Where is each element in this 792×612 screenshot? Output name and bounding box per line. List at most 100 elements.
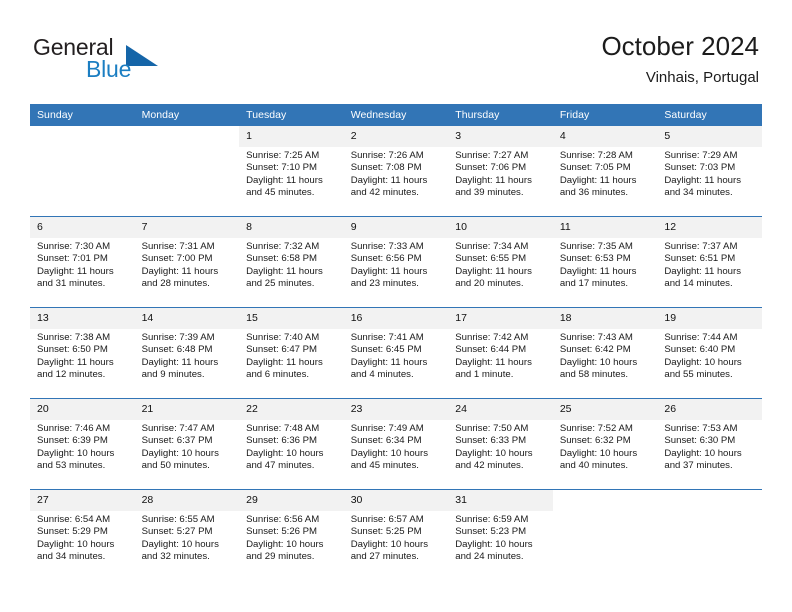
calendar-cell [657, 489, 762, 580]
sunrise-text: Sunrise: 7:30 AM [37, 241, 111, 252]
calendar-cell[interactable]: 10 Sunrise: 7:34 AM Sunset: 6:55 PM Dayligh… [448, 216, 553, 308]
calendar-day-cell: 29 Sunrise: 6:56 AM Sunset: 5:26 PM Dayligh… [239, 490, 344, 580]
day-number: 23 [343, 399, 449, 420]
day-sun-info: Sunrise: 7:34 AM Sunset: 6:55 PM Daylight:… [448, 238, 553, 291]
calendar-cell-empty [657, 490, 762, 580]
daylight-text-line2: and 42 minutes. [350, 187, 419, 199]
daylight-text-line2: and 37 minutes. [664, 460, 733, 472]
daylight-text-line1: Daylight: 11 hours [350, 265, 428, 277]
daylight-text-line1: Daylight: 10 hours [37, 447, 115, 459]
daylight-text-line1: Daylight: 11 hours [350, 356, 428, 368]
day-number: 16 [343, 308, 449, 329]
calendar-cell[interactable]: 19 Sunrise: 7:44 AM Sunset: 6:40 PM Dayligh… [657, 307, 762, 399]
calendar-cell[interactable]: 21 Sunrise: 7:47 AM Sunset: 6:37 PM Dayligh… [134, 398, 240, 490]
sunrise-text: Sunrise: 7:49 AM [350, 423, 424, 434]
calendar-cell[interactable]: 27 Sunrise: 6:54 AM Sunset: 5:29 PM Dayligh… [30, 489, 135, 580]
calendar-day-cell: 6 Sunrise: 7:30 AM Sunset: 7:01 PM Daylight… [30, 217, 135, 307]
calendar-cell[interactable]: 29 Sunrise: 6:56 AM Sunset: 5:26 PM Dayligh… [239, 489, 344, 580]
day-sun-info: Sunrise: 7:26 AM Sunset: 7:08 PM Daylight:… [344, 147, 449, 200]
daylight-text-line2: and 32 minutes. [141, 551, 210, 563]
calendar-cell[interactable]: 8 Sunrise: 7:32 AM Sunset: 6:58 PM Daylight… [239, 216, 344, 308]
weekday-header-friday: Friday [552, 104, 658, 126]
sunrise-text: Sunrise: 7:25 AM [246, 150, 320, 161]
day-number: 7 [134, 217, 240, 238]
daylight-text-line2: and 28 minutes. [141, 278, 210, 290]
daylight-text-line1: Daylight: 11 hours [141, 265, 219, 277]
calendar-cell[interactable]: 1 Sunrise: 7:25 AM Sunset: 7:10 PM Daylight… [239, 126, 344, 217]
calendar-cell[interactable]: 17 Sunrise: 7:42 AM Sunset: 6:44 PM Dayligh… [448, 307, 553, 399]
calendar-cell[interactable]: 11 Sunrise: 7:35 AM Sunset: 6:53 PM Dayligh… [552, 216, 658, 308]
calendar-cell[interactable]: 20 Sunrise: 7:46 AM Sunset: 6:39 PM Dayligh… [30, 398, 135, 490]
daylight-text-line1: Daylight: 11 hours [559, 174, 637, 186]
sunrise-text: Sunrise: 7:53 AM [664, 423, 738, 434]
day-number: 26 [657, 399, 762, 420]
calendar-header-row: Sunday Monday Tuesday Wednesday Thursday… [30, 104, 762, 126]
day-number [657, 490, 762, 511]
sunset-text: Sunset: 5:29 PM [37, 526, 108, 538]
calendar-cell[interactable]: 24 Sunrise: 7:50 AM Sunset: 6:33 PM Dayligh… [448, 398, 553, 490]
calendar-cell[interactable]: 22 Sunrise: 7:48 AM Sunset: 6:36 PM Dayligh… [239, 398, 344, 490]
daylight-text-line1: Daylight: 11 hours [246, 174, 323, 186]
calendar-cell[interactable]: 25 Sunrise: 7:52 AM Sunset: 6:32 PM Dayligh… [552, 398, 658, 490]
calendar-cell[interactable]: 12 Sunrise: 7:37 AM Sunset: 6:51 PM Dayligh… [657, 216, 762, 308]
calendar-cell[interactable]: 18 Sunrise: 7:43 AM Sunset: 6:42 PM Dayligh… [552, 307, 658, 399]
sunrise-text: Sunrise: 7:46 AM [37, 423, 111, 434]
daylight-text-line2: and 9 minutes. [141, 369, 205, 381]
calendar-cell[interactable]: 28 Sunrise: 6:55 AM Sunset: 5:27 PM Dayligh… [134, 489, 240, 580]
day-number [553, 490, 658, 511]
daylight-text-line2: and 1 minute. [455, 369, 514, 381]
calendar-cell[interactable]: 15 Sunrise: 7:40 AM Sunset: 6:47 PM Dayligh… [239, 307, 344, 399]
calendar-cell[interactable]: 14 Sunrise: 7:39 AM Sunset: 6:48 PM Dayligh… [134, 307, 240, 399]
calendar-day-cell: 13 Sunrise: 7:38 AM Sunset: 6:50 PM Dayligh… [30, 308, 135, 398]
sunrise-text: Sunrise: 7:39 AM [141, 332, 215, 343]
sunrise-text: Sunrise: 7:42 AM [455, 332, 529, 343]
calendar-cell[interactable]: 30 Sunrise: 6:57 AM Sunset: 5:25 PM Dayligh… [343, 489, 449, 580]
daylight-text-line1: Daylight: 10 hours [37, 538, 115, 550]
calendar-day-cell: 19 Sunrise: 7:44 AM Sunset: 6:40 PM Dayligh… [657, 308, 762, 398]
day-sun-info: Sunrise: 7:38 AM Sunset: 6:50 PM Daylight:… [30, 329, 135, 382]
day-sun-info: Sunrise: 7:39 AM Sunset: 6:48 PM Daylight:… [135, 329, 240, 382]
day-number: 27 [30, 490, 135, 511]
calendar-cell[interactable]: 4 Sunrise: 7:28 AM Sunset: 7:05 PM Daylight… [552, 126, 658, 217]
daylight-text-line2: and 47 minutes. [246, 460, 315, 472]
calendar-day-cell: 10 Sunrise: 7:34 AM Sunset: 6:55 PM Dayligh… [448, 217, 553, 307]
sunrise-text: Sunrise: 7:44 AM [664, 332, 738, 343]
daylight-text-line1: Daylight: 11 hours [37, 356, 114, 368]
calendar-cell[interactable]: 2 Sunrise: 7:26 AM Sunset: 7:08 PM Daylight… [343, 126, 449, 217]
calendar-cell[interactable]: 13 Sunrise: 7:38 AM Sunset: 6:50 PM Dayligh… [30, 307, 135, 399]
calendar-day-cell: 1 Sunrise: 7:25 AM Sunset: 7:10 PM Daylight… [239, 126, 344, 216]
daylight-text-line1: Daylight: 10 hours [664, 447, 742, 459]
daylight-text-line2: and 24 minutes. [455, 551, 524, 563]
day-sun-info: Sunrise: 7:31 AM Sunset: 7:00 PM Daylight:… [135, 238, 240, 291]
calendar-cell[interactable]: 23 Sunrise: 7:49 AM Sunset: 6:34 PM Dayligh… [343, 398, 449, 490]
sunrise-text: Sunrise: 6:55 AM [141, 514, 215, 525]
calendar-cell[interactable]: 31 Sunrise: 6:59 AM Sunset: 5:23 PM Dayligh… [448, 489, 553, 580]
day-number: 19 [657, 308, 762, 329]
sunrise-text: Sunrise: 7:29 AM [664, 150, 738, 161]
calendar-cell[interactable]: 26 Sunrise: 7:53 AM Sunset: 6:30 PM Dayligh… [657, 398, 762, 490]
calendar-cell[interactable]: 7 Sunrise: 7:31 AM Sunset: 7:00 PM Daylight… [134, 216, 240, 308]
calendar-day-cell: 24 Sunrise: 7:50 AM Sunset: 6:33 PM Dayligh… [448, 399, 553, 489]
calendar-cell[interactable]: 6 Sunrise: 7:30 AM Sunset: 7:01 PM Daylight… [30, 216, 135, 308]
calendar-cell[interactable]: 5 Sunrise: 7:29 AM Sunset: 7:03 PM Daylight… [657, 126, 762, 217]
daylight-text-line2: and 36 minutes. [559, 187, 629, 199]
calendar-week-row: 1 Sunrise: 7:25 AM Sunset: 7:10 PM Daylight… [30, 126, 762, 217]
daylight-text-line1: Daylight: 11 hours [455, 265, 532, 277]
calendar-cell[interactable]: 9 Sunrise: 7:33 AM Sunset: 6:56 PM Daylight… [343, 216, 449, 308]
weekday-header-wednesday: Wednesday [343, 104, 449, 126]
day-number: 12 [657, 217, 762, 238]
daylight-text-line2: and 23 minutes. [350, 278, 419, 290]
daylight-text-line1: Daylight: 10 hours [141, 447, 219, 459]
calendar-day-cell: 28 Sunrise: 6:55 AM Sunset: 5:27 PM Dayligh… [134, 490, 240, 580]
sunrise-text: Sunrise: 7:27 AM [455, 150, 529, 161]
daylight-text-line1: Daylight: 11 hours [37, 265, 114, 277]
calendar-cell[interactable]: 3 Sunrise: 7:27 AM Sunset: 7:06 PM Daylight… [448, 126, 553, 217]
day-sun-info: Sunrise: 6:56 AM Sunset: 5:26 PM Daylight:… [239, 511, 344, 564]
sunset-text: Sunset: 6:40 PM [664, 344, 736, 356]
calendar-cell [552, 489, 658, 580]
calendar-day-cell: 11 Sunrise: 7:35 AM Sunset: 6:53 PM Dayligh… [552, 217, 658, 307]
daylight-text-line2: and 14 minutes. [664, 278, 733, 290]
daylight-text-line1: Daylight: 11 hours [559, 265, 637, 277]
calendar-cell[interactable]: 16 Sunrise: 7:41 AM Sunset: 6:45 PM Dayligh… [343, 307, 449, 399]
day-sun-info: Sunrise: 6:59 AM Sunset: 5:23 PM Daylight:… [448, 511, 553, 564]
